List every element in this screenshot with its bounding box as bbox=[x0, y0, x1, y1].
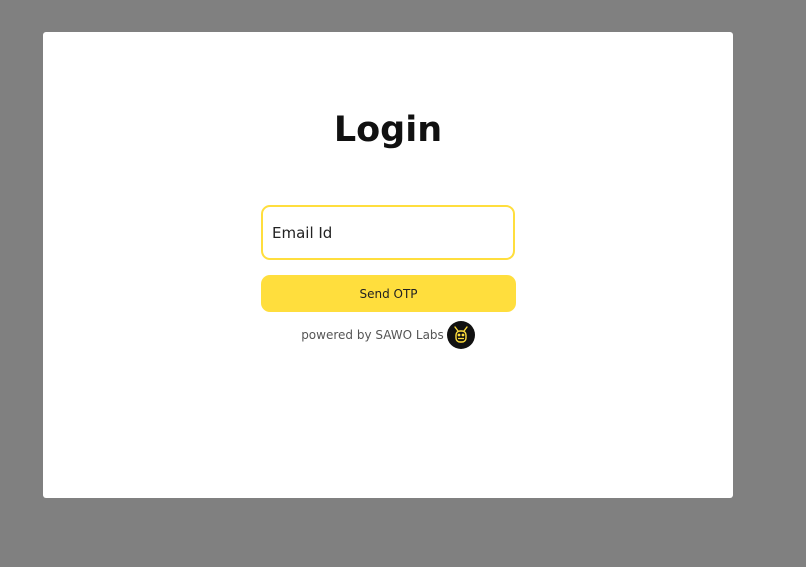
powered-by: powered by SAWO Labs bbox=[43, 321, 733, 349]
login-card: Login Send OTP powered by SAWO Labs bbox=[43, 32, 733, 498]
send-otp-button[interactable]: Send OTP bbox=[261, 275, 516, 312]
powered-by-text: powered by SAWO Labs bbox=[301, 328, 444, 342]
email-field[interactable] bbox=[261, 205, 515, 260]
sawo-labs-logo-icon bbox=[446, 321, 475, 349]
page-title: Login bbox=[333, 110, 443, 150]
